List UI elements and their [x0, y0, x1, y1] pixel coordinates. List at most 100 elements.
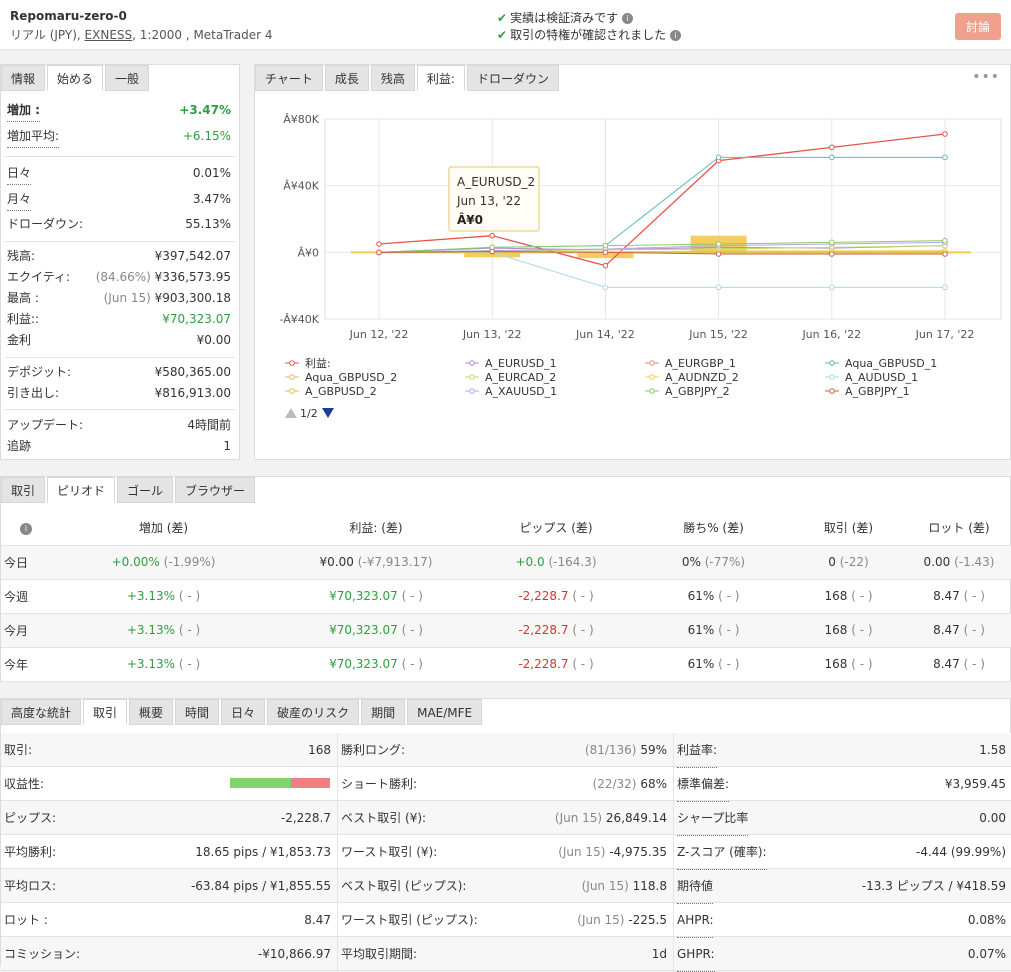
y-tick-label: -Â¥40K	[280, 313, 320, 326]
tab-period[interactable]: ピリオド	[47, 477, 116, 503]
stat-value: 0.08%	[967, 913, 1006, 927]
tab-profit[interactable]: 利益:	[416, 65, 465, 91]
tab-drawdown[interactable]: ドローダウン	[466, 65, 559, 91]
stat-value: -4.44 (99.99%)	[916, 845, 1006, 859]
updated-row: アップデート: 4時間前	[7, 415, 231, 436]
tab-risk-of-ruin[interactable]: 破産のリスク	[267, 699, 360, 725]
pips-diff: ( - )	[572, 623, 594, 637]
gain-cell: +3.13% ( - )	[51, 579, 276, 614]
tab-duration[interactable]: 期間	[361, 699, 406, 725]
legend-item[interactable]: Aqua_GBPUSD_1	[845, 357, 937, 370]
drawdown-value: 55.13%	[185, 217, 231, 231]
stat-value: ¥3,959.45	[944, 777, 1006, 791]
tab-daily[interactable]: 日々	[221, 699, 266, 725]
interest-value: ¥0.00	[196, 333, 231, 347]
trades-value: 168	[824, 623, 848, 637]
pips-diff: ( - )	[572, 589, 594, 603]
balance-row: 残高: ¥397,542.07	[7, 246, 231, 267]
drawdown-row: ドローダウン: 55.13%	[7, 214, 231, 235]
tab-general[interactable]: 一般	[105, 65, 150, 91]
legend-item[interactable]: 利益:	[305, 356, 331, 370]
balance-value: ¥397,542.07	[154, 249, 231, 263]
tab-stats-trades[interactable]: 取引	[83, 699, 128, 725]
legend-item[interactable]: A_AUDNZD_2	[665, 371, 739, 384]
data-point	[942, 284, 948, 291]
tab-hours[interactable]: 時間	[175, 699, 220, 725]
stat-cell: シャープ比率 0.00	[673, 801, 1011, 836]
stat-label: 利益率:	[677, 733, 718, 768]
tab-balance[interactable]: 残高	[370, 65, 415, 91]
tab-chart[interactable]: チャート	[255, 65, 323, 91]
stat-cell: 標準偏差: ¥3,959.45	[673, 767, 1011, 802]
more-options-icon[interactable]: •••	[972, 69, 1000, 85]
trades-value: 168	[824, 657, 848, 671]
broker-link[interactable]: EXNESS	[85, 28, 133, 42]
withdrawals-value: ¥816,913.00	[154, 386, 231, 400]
info-icon[interactable]: i	[622, 13, 634, 24]
tab-trades[interactable]: 取引	[1, 477, 46, 503]
pager-up-icon[interactable]	[285, 408, 297, 418]
pips-cell: +0.0 (-164.3)	[476, 545, 636, 580]
stat-label: ベスト取引 (ピップス):	[341, 879, 467, 893]
stat-label: ショート勝利:	[341, 777, 418, 791]
info-icon[interactable]: i	[670, 30, 682, 41]
gain-value: +0.00%	[111, 555, 160, 569]
discuss-button[interactable]: 討論	[955, 13, 1001, 40]
tracking-row: 追跡 1	[7, 436, 231, 457]
lots-cell: 8.47 ( - )	[906, 579, 1011, 614]
stat-cell: ベスト取引 (¥): (Jun 15) 26,849.14	[337, 801, 673, 835]
legend-item[interactable]: Aqua_GBPUSD_2	[305, 371, 397, 384]
stat-label: 平均勝利:	[4, 845, 57, 859]
withdrawals-label: 引き出し:	[7, 386, 60, 400]
header-win: 勝ち% (差)	[636, 511, 791, 546]
legend-item[interactable]: A_GBPJPY_1	[845, 385, 910, 398]
tab-goals[interactable]: ゴール	[117, 477, 174, 503]
legend-item[interactable]: A_EURGBP_1	[665, 357, 736, 370]
withdrawals-row: 引き出し: ¥816,913.00	[7, 383, 231, 404]
stat-value: -63.84 pips / ¥1,855.55	[190, 879, 331, 893]
trades-diff: ( - )	[851, 623, 873, 637]
tab-advanced-stats[interactable]: 高度な統計	[1, 699, 82, 725]
stat-label: ロット :	[4, 913, 48, 927]
pips-value: -2,228.7	[518, 589, 569, 603]
profit-value: ¥70,323.07	[329, 657, 398, 671]
table-row: 今日 +0.00% (-1.99%) ¥0.00 (-¥7,913.17) +0.0 …	[1, 545, 1011, 580]
tab-browser[interactable]: ブラウザー	[175, 477, 256, 503]
trades-diff: ( - )	[851, 589, 873, 603]
legend-item[interactable]: A_GBPJPY_2	[665, 385, 730, 398]
monthly-row: 月々 3.47%	[7, 189, 231, 211]
stat-cell: 利益率: 1.58	[673, 733, 1011, 768]
updated-label: アップデート:	[7, 418, 84, 432]
tab-mae-mfe[interactable]: MAE/MFE	[407, 699, 483, 725]
tab-summary[interactable]: 概要	[129, 699, 174, 725]
data-point	[376, 241, 382, 247]
data-point	[602, 262, 609, 269]
gain-cell: +0.00% (-1.99%)	[51, 545, 276, 580]
info-icon[interactable]: i	[1, 511, 51, 546]
stat-value: 0.00	[979, 811, 1006, 825]
tab-growth[interactable]: 成長	[324, 65, 369, 91]
stat-cell: ベスト取引 (ピップス): (Jun 15) 118.8	[337, 869, 673, 903]
legend-item[interactable]: A_EURCAD_2	[485, 371, 556, 384]
data-point	[602, 242, 609, 249]
data-point	[942, 154, 948, 161]
tab-info[interactable]: 情報	[1, 65, 46, 91]
gain-diff: ( - )	[178, 589, 201, 603]
legend-item[interactable]: A_AUDUSD_1	[845, 371, 918, 384]
stat-value: 168	[308, 743, 331, 757]
equity-label: エクイティ:	[7, 270, 71, 284]
legend-item[interactable]: A_EURUSD_1	[485, 357, 557, 370]
profit-diff: ( - )	[401, 623, 423, 637]
legend-item[interactable]: A_XAUUSD_1	[485, 385, 557, 398]
tooltip-series: A_EURUSD_2	[457, 175, 535, 189]
legend-marker	[829, 360, 835, 366]
stat-value: 26,849.14	[605, 811, 667, 825]
legend-marker	[469, 374, 475, 380]
win-rate-cell: 61% ( - )	[636, 613, 791, 648]
info-tabs: 情報 始める 一般	[1, 65, 151, 93]
legend-item[interactable]: A_GBPUSD_2	[305, 385, 377, 398]
pips-value: -2,228.7	[518, 623, 569, 637]
tab-start[interactable]: 始める	[47, 65, 104, 91]
lots-value: 8.47	[933, 623, 960, 637]
pager-down-icon[interactable]	[322, 408, 334, 418]
